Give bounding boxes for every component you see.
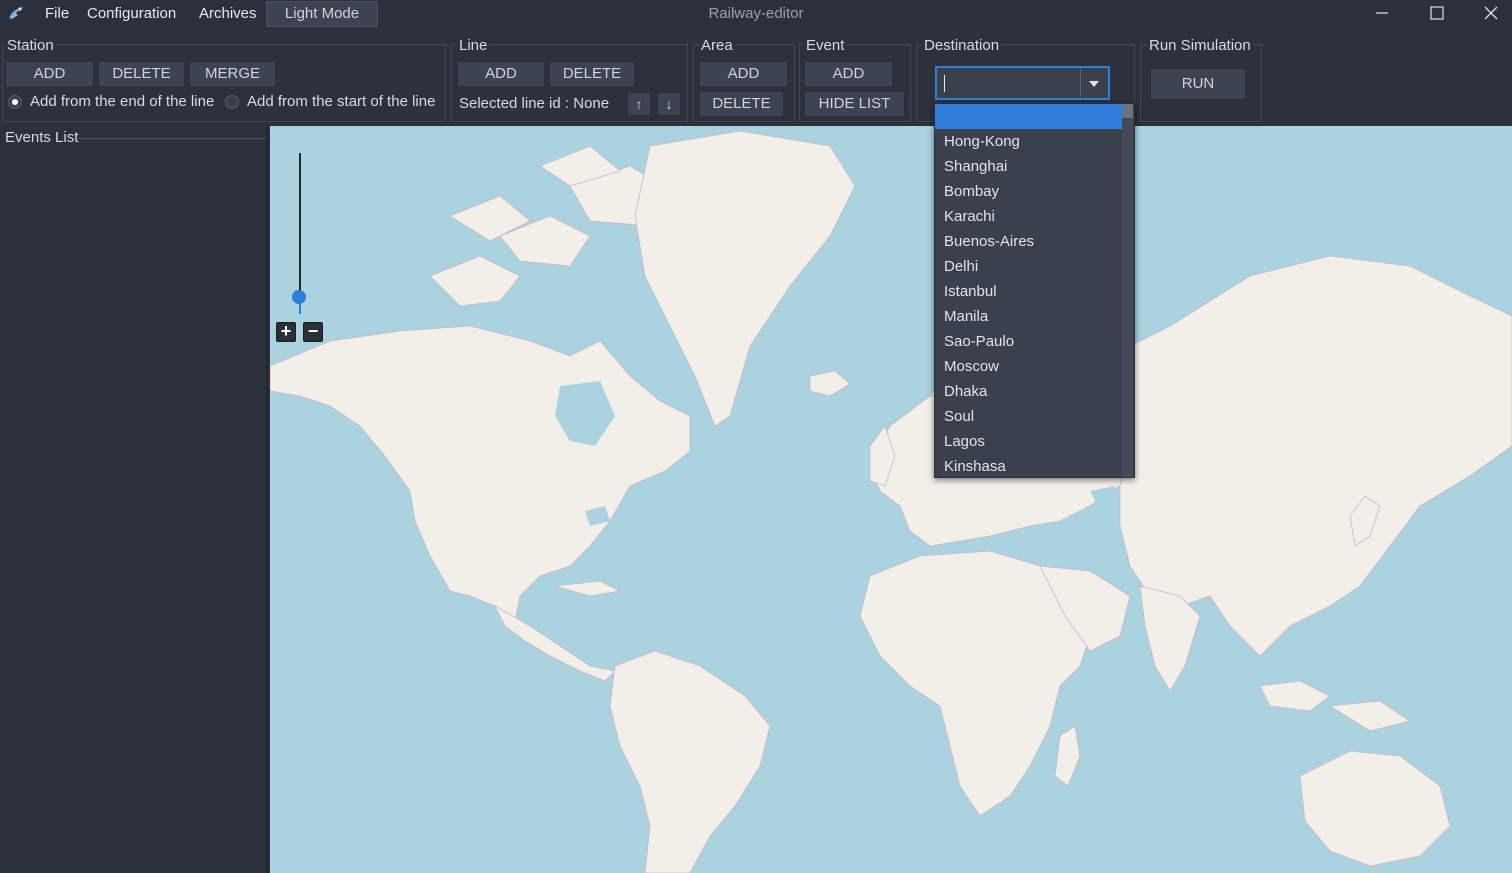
dropdown-option[interactable]: Shanghai	[944, 154, 1007, 179]
map-tiles[interactable]	[270, 126, 1512, 873]
dropdown-scrollbar-thumb[interactable]	[1122, 104, 1133, 118]
maximize-icon[interactable]	[1414, 0, 1460, 28]
radio-add-from-start[interactable]	[225, 95, 239, 109]
destination-dropdown-list[interactable]: Hong-Kong Shanghai Bombay Karachi Buenos…	[934, 103, 1135, 478]
zoom-out-button[interactable]: −	[303, 322, 323, 342]
station-add-button[interactable]: ADD	[5, 61, 94, 87]
dropdown-option[interactable]: Sao-Paulo	[944, 329, 1014, 354]
zoom-slider-track[interactable]	[299, 153, 301, 313]
dropdown-option[interactable]: Karachi	[944, 204, 995, 229]
menu-configuration[interactable]: Configuration	[87, 0, 176, 28]
dropdown-option[interactable]: Hong-Kong	[944, 129, 1020, 154]
zoom-in-button[interactable]: +	[276, 322, 296, 342]
line-group-title: Line	[457, 37, 490, 55]
area-add-button[interactable]: ADD	[699, 61, 788, 87]
line-add-button[interactable]: ADD	[457, 61, 545, 87]
event-hide-list-button[interactable]: HIDE LIST	[804, 91, 905, 117]
zoom-slider-handle[interactable]	[292, 290, 306, 304]
title-bar: File Configuration Archives Light Mode R…	[0, 0, 1512, 28]
dropdown-option[interactable]: Dhaka	[944, 379, 987, 404]
light-mode-button[interactable]: Light Mode	[266, 1, 378, 27]
destination-group-title: Destination	[922, 37, 1002, 55]
dropdown-option[interactable]: Moscow	[944, 354, 999, 379]
selected-line-id-label: Selected line id : None	[459, 95, 610, 112]
dropdown-option[interactable]: Lagos	[944, 429, 985, 454]
chevron-down-icon[interactable]	[1080, 68, 1108, 98]
events-list-title: Events List	[5, 129, 79, 146]
event-add-button[interactable]: ADD	[804, 61, 893, 87]
divider	[78, 138, 266, 139]
area-delete-button[interactable]: DELETE	[699, 91, 784, 117]
destination-combobox[interactable]	[935, 66, 1110, 100]
close-icon[interactable]	[1466, 0, 1512, 28]
dropdown-option[interactable]: Kinshasa	[944, 454, 1006, 477]
events-list-panel: Events List	[0, 126, 268, 873]
dropdown-option[interactable]: Buenos-Aires	[944, 229, 1034, 254]
line-down-button[interactable]: ↓	[657, 92, 681, 116]
station-group-title: Station	[5, 37, 56, 55]
radio-add-from-start-label: Add from the start of the line	[247, 93, 436, 110]
run-button[interactable]: RUN	[1150, 68, 1246, 100]
dropdown-option[interactable]: Soul	[944, 404, 974, 429]
menu-file[interactable]: File	[45, 0, 69, 28]
menu-archives[interactable]: Archives	[199, 0, 257, 28]
minimize-icon[interactable]	[1360, 0, 1406, 28]
dropdown-option[interactable]: Manila	[944, 304, 988, 329]
app-logo-icon	[9, 7, 23, 20]
line-up-button[interactable]: ↑	[627, 92, 651, 116]
event-group-title: Event	[804, 37, 847, 55]
dropdown-option[interactable]: Istanbul	[944, 279, 997, 304]
text-cursor	[944, 75, 945, 92]
radio-add-from-end-label: Add from the end of the line	[30, 93, 215, 110]
simulation-group-title: Run Simulation	[1147, 37, 1253, 55]
dropdown-option[interactable]: Bombay	[944, 179, 999, 204]
destination-input[interactable]	[937, 68, 1082, 98]
dropdown-option[interactable]: Delhi	[944, 254, 978, 279]
station-merge-button[interactable]: MERGE	[189, 61, 276, 87]
dropdown-selected-item[interactable]	[935, 104, 1123, 129]
area-group-title: Area	[699, 37, 735, 55]
station-delete-button[interactable]: DELETE	[98, 61, 185, 87]
world-map[interactable]: + −	[270, 126, 1512, 873]
line-delete-button[interactable]: DELETE	[549, 61, 635, 87]
dropdown-scrollbar[interactable]	[1122, 104, 1133, 477]
radio-add-from-end[interactable]	[8, 95, 22, 109]
